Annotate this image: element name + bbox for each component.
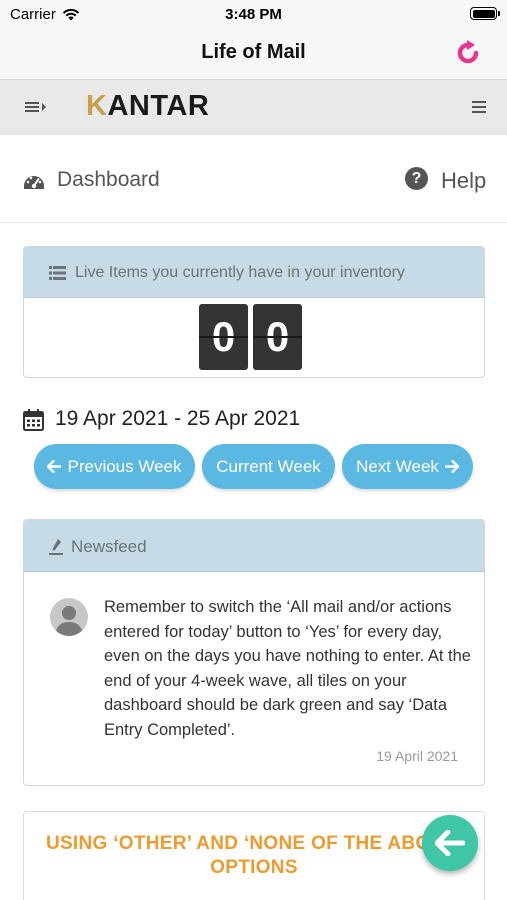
previous-week-button[interactable]: Previous Week [34, 444, 195, 489]
previous-week-label: Previous Week [67, 456, 182, 476]
page-title: Dashboard [57, 168, 160, 191]
next-week-label: Next Week [356, 456, 439, 476]
page-head: Dashboard ? Help [0, 135, 507, 223]
calendar-icon [23, 409, 44, 431]
arrow-right-icon [444, 460, 459, 473]
inventory-counter: 0 0 [199, 304, 302, 370]
menu-button[interactable] [471, 99, 487, 115]
newsfeed-header: Newsfeed [24, 520, 484, 572]
kantar-logo: KANTAR [86, 90, 210, 122]
current-week-label: Current Week [216, 456, 321, 476]
current-week-button[interactable]: Current Week [202, 444, 335, 489]
arrow-left-icon [47, 460, 62, 473]
inventory-panel-header: Live Items you currently have in your in… [24, 247, 484, 298]
inventory-panel-title: Live Items you currently have in your in… [75, 264, 405, 281]
newsfeed-panel: Newsfeed Remember to switch the ‘All mai… [23, 519, 485, 786]
newsfeed-date: 19 April 2021 [376, 748, 458, 764]
week-date-range: 19 Apr 2021 - 25 Apr 2021 [55, 407, 301, 430]
menu-expand-icon [25, 102, 46, 112]
counter-digit: 0 [253, 304, 302, 370]
app-header: KANTAR [0, 80, 507, 135]
help-link[interactable]: Help [441, 168, 486, 194]
status-bar: Carrier 3:48 PM [0, 0, 507, 28]
avatar [50, 598, 88, 636]
pen-icon [49, 539, 63, 555]
user-icon [55, 606, 83, 636]
clock: 3:48 PM [225, 6, 282, 23]
help-icon[interactable]: ? [405, 167, 428, 190]
dashboard-icon [24, 176, 44, 189]
inventory-panel: Live Items you currently have in your in… [23, 246, 485, 378]
next-week-button[interactable]: Next Week [342, 444, 473, 489]
list-icon [49, 266, 66, 280]
navigation-bar: Life of Mail [0, 28, 507, 80]
refresh-button[interactable] [455, 40, 481, 66]
newsfeed-title: Newsfeed [71, 537, 147, 556]
info-card[interactable]: USING ‘OTHER’ AND ‘NONE OF THE ABOVE’ OP… [23, 811, 485, 900]
back-fab-button[interactable] [422, 815, 478, 871]
newsfeed-message: Remember to switch the ‘All mail and/or … [104, 598, 471, 739]
arrow-left-icon [435, 830, 465, 856]
counter-digit: 0 [199, 304, 248, 370]
hamburger-icon [472, 101, 486, 113]
sidebar-toggle-button[interactable] [24, 98, 50, 116]
nav-title: Life of Mail [201, 41, 306, 63]
battery-icon [470, 7, 500, 20]
info-card-title: USING ‘OTHER’ AND ‘NONE OF THE ABOVE’ OP… [45, 833, 463, 878]
refresh-icon [457, 40, 479, 64]
